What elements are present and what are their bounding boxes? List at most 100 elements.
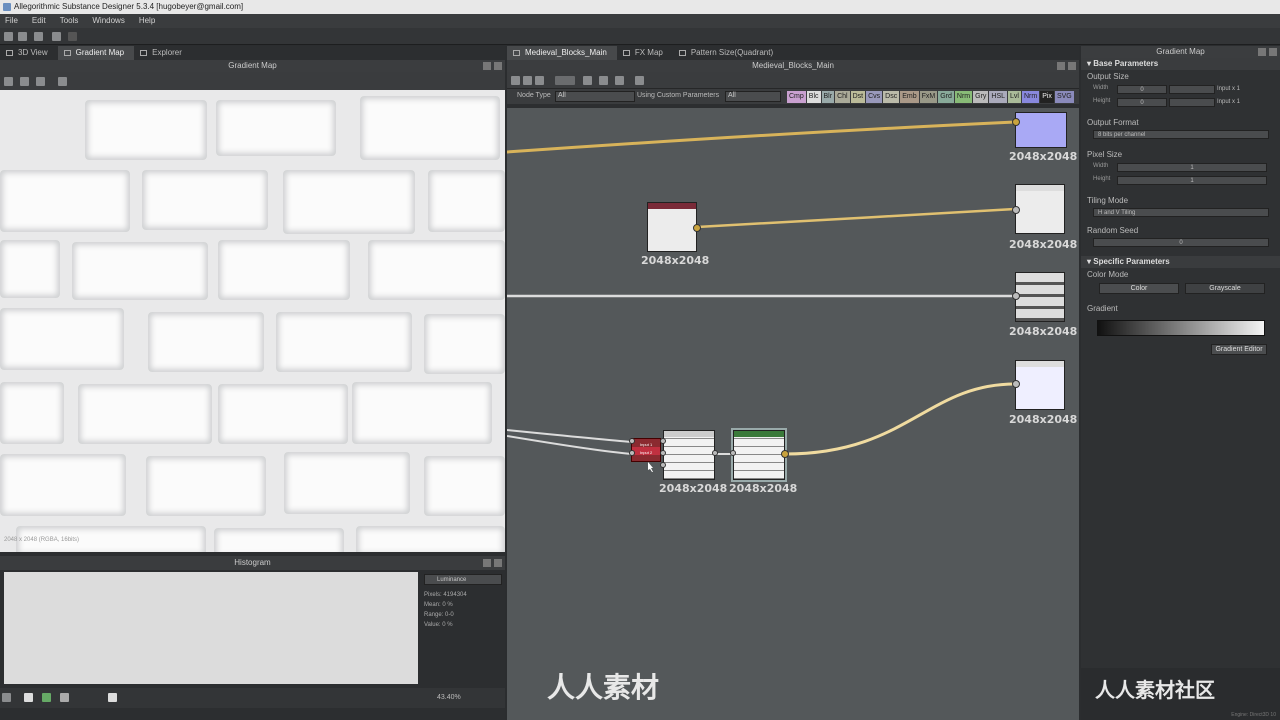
switch-node[interactable]: Input 1 Input 2 [631, 438, 661, 462]
tab-gradient-map[interactable]: Gradient Map [57, 46, 135, 60]
node-output-port[interactable] [693, 224, 701, 232]
node-type-select[interactable]: All [555, 91, 635, 102]
filter-chip[interactable]: Gry [973, 91, 989, 103]
filter-chip[interactable]: Chl [835, 91, 850, 103]
node-output-port[interactable] [712, 450, 718, 456]
align-icon[interactable] [523, 76, 532, 85]
info-icon[interactable] [535, 76, 544, 85]
node-output-port[interactable] [781, 450, 789, 458]
filter-chip[interactable]: Grd [938, 91, 954, 103]
close-icon[interactable] [494, 559, 502, 567]
node-input-port[interactable] [730, 450, 736, 456]
tab-medieval-blocks-main[interactable]: Medieval_Blocks_Main [507, 46, 617, 60]
menu-file[interactable]: File [5, 14, 18, 28]
output-format-select[interactable]: 8 bits per channel [1093, 130, 1269, 139]
filter-chip[interactable]: Blr [821, 91, 835, 103]
color-swatch-icon[interactable] [108, 693, 117, 702]
menu-edit[interactable]: Edit [32, 14, 46, 28]
color-button[interactable]: Color [1099, 283, 1179, 294]
specific-parameters-section[interactable]: ▾ Specific Parameters [1081, 256, 1280, 268]
tab-pattern-size[interactable]: Pattern Size(Quadrant) [673, 46, 783, 60]
menu-windows[interactable]: Windows [92, 14, 124, 28]
node-graph-canvas[interactable]: 2048x2048 2048x2048 2048x2048 2048x2048 … [507, 108, 1079, 720]
base-parameters-section[interactable]: ▾ Base Parameters [1081, 58, 1280, 70]
filter-chip[interactable]: Lvl [1008, 91, 1021, 103]
close-icon[interactable] [1068, 62, 1076, 70]
base-color-node[interactable] [1015, 112, 1067, 148]
display-icon[interactable] [2, 693, 11, 702]
node-input-port[interactable] [629, 438, 635, 444]
float-icon[interactable] [1057, 62, 1065, 70]
open-icon[interactable] [18, 32, 27, 41]
channel-icon[interactable] [4, 77, 13, 86]
filter-chip[interactable]: Nrm [1021, 91, 1040, 103]
float-icon[interactable] [1258, 48, 1266, 56]
gradient-map-node[interactable] [731, 428, 787, 482]
filter-chip[interactable]: Dsc [883, 91, 900, 103]
close-icon[interactable] [1269, 48, 1277, 56]
tiling-mode-select[interactable]: H and V Tiling [1093, 208, 1269, 217]
height-slider[interactable] [1169, 98, 1215, 107]
connect-icon[interactable] [599, 76, 608, 85]
node-input-port[interactable] [1012, 380, 1020, 388]
node-input-port[interactable] [660, 450, 666, 456]
float-icon[interactable] [483, 559, 491, 567]
link-mode-icon[interactable] [555, 76, 575, 85]
node-input-port[interactable] [660, 438, 666, 444]
filter-chip[interactable]: Blc [806, 91, 821, 103]
filter-chip[interactable]: Emb [900, 91, 919, 103]
random-seed-field[interactable]: 0 [1093, 238, 1269, 247]
gradient-editor-button[interactable]: Gradient Editor [1211, 344, 1267, 355]
tab-fx-map[interactable]: FX Map [617, 46, 673, 60]
alpha-icon[interactable] [36, 77, 45, 86]
node-input-port[interactable] [1012, 292, 1020, 300]
redo-icon[interactable] [68, 32, 77, 41]
filter-chip[interactable]: FxM [919, 91, 938, 103]
grid-icon[interactable] [511, 76, 520, 85]
uniform-color-node[interactable] [647, 202, 697, 252]
undo-icon[interactable] [52, 32, 61, 41]
filter-chip[interactable]: Cvs [866, 91, 883, 103]
node-input-port[interactable] [1012, 118, 1020, 126]
filter-chip[interactable]: SVG [1054, 91, 1074, 103]
roughness-output-node[interactable] [1015, 184, 1065, 234]
height-field[interactable]: 0 [1117, 98, 1167, 107]
filter-chip[interactable]: Dst [850, 91, 866, 103]
save-icon[interactable] [34, 32, 43, 41]
width-slider[interactable] [1169, 85, 1215, 94]
gradient-preview[interactable] [1097, 320, 1265, 336]
node-input-port[interactable] [629, 450, 635, 456]
zoom-level[interactable]: 43.40% [437, 694, 461, 701]
filter-chip[interactable]: Pix [1040, 91, 1054, 103]
histogram-channel-select[interactable]: Luminance [424, 574, 502, 585]
pixel-width-field[interactable]: 1 [1117, 163, 1267, 172]
rgb-icon[interactable] [24, 693, 33, 702]
close-icon[interactable] [494, 62, 502, 70]
blend-node[interactable] [663, 430, 715, 480]
timer-icon[interactable] [615, 76, 624, 85]
height-output-node[interactable] [1015, 272, 1065, 322]
pixel-height-field[interactable]: 1 [1117, 176, 1267, 185]
green-channel-icon[interactable] [42, 693, 51, 702]
normal-output-node[interactable] [1015, 360, 1065, 410]
gear-icon[interactable] [635, 76, 644, 85]
filter-chip[interactable]: HSL [989, 91, 1008, 103]
node-input-port[interactable] [1012, 206, 1020, 214]
float-icon[interactable] [483, 62, 491, 70]
node-input-port[interactable] [660, 462, 666, 468]
tab-explorer[interactable]: Explorer [134, 46, 192, 60]
tile-icon[interactable] [20, 77, 29, 86]
texture-viewport[interactable]: 2048 x 2048 (RGBA, 16bits) [0, 90, 505, 552]
alpha-channel-icon[interactable] [60, 693, 69, 702]
tab-3d-view[interactable]: 3D View [0, 46, 58, 60]
settings-icon[interactable] [58, 77, 67, 86]
filter-chip[interactable]: Nrm [954, 91, 973, 103]
custom-params-select[interactable]: All [725, 91, 781, 102]
filter-chip[interactable]: Cmp [787, 91, 806, 103]
menu-help[interactable]: Help [139, 14, 155, 28]
new-icon[interactable] [4, 32, 13, 41]
menu-tools[interactable]: Tools [60, 14, 79, 28]
grayscale-button[interactable]: Grayscale [1185, 283, 1265, 294]
frame-icon[interactable] [583, 76, 592, 85]
width-field[interactable]: 0 [1117, 85, 1167, 94]
